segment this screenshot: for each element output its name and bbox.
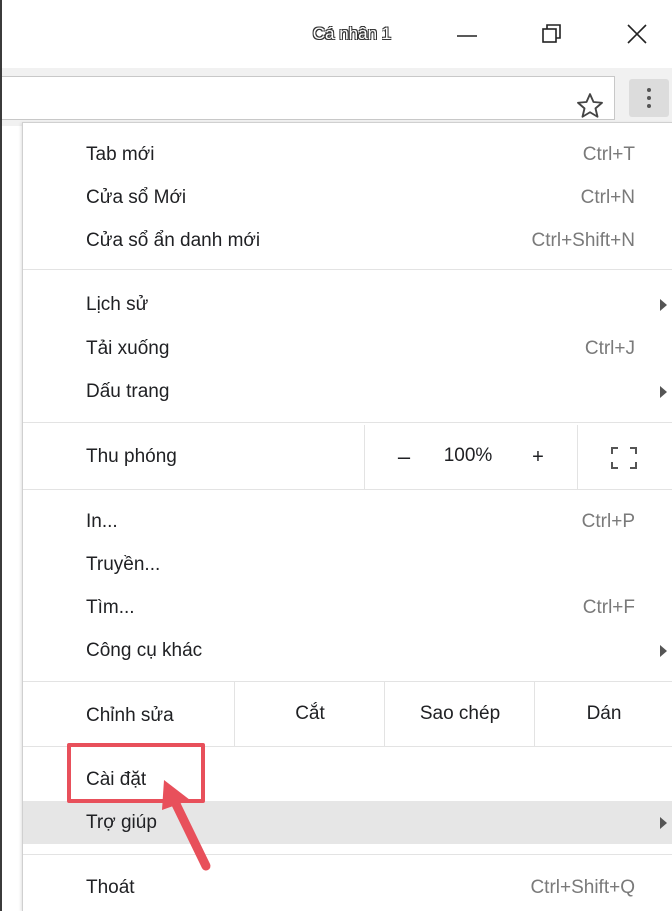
submenu-arrow-icon <box>660 386 667 398</box>
zoom-divider <box>577 425 578 489</box>
menu-item-shortcut: Ctrl+Shift+Q <box>530 877 635 898</box>
menu-item-shortcut: Ctrl+J <box>584 338 635 359</box>
menu-item-label: Tab mới <box>86 144 155 165</box>
fullscreen-icon <box>611 447 637 469</box>
menu-item-label: Tải xuống <box>86 338 170 359</box>
menu-item-more-tools[interactable]: Công cụ khác <box>23 629 672 672</box>
menu-item-label: Cửa sổ ẩn danh mới <box>86 230 261 251</box>
zoom-level: 100% <box>443 445 493 466</box>
menu-item-exit[interactable]: Thoát Ctrl+Shift+Q <box>23 866 672 909</box>
menu-separator <box>23 422 672 423</box>
menu-item-new-tab[interactable]: Tab mới Ctrl+T <box>23 133 672 176</box>
address-bar[interactable] <box>2 76 615 120</box>
star-icon <box>577 93 603 118</box>
menu-item-shortcut: Ctrl+Shift+N <box>531 230 635 251</box>
zoom-label: Thu phóng <box>86 446 177 467</box>
submenu-arrow-icon <box>660 645 667 657</box>
menu-item-bookmarks[interactable]: Dấu trang <box>23 370 672 413</box>
kebab-menu-icon <box>647 96 651 100</box>
menu-item-print[interactable]: In... Ctrl+P <box>23 500 672 543</box>
menu-separator <box>23 489 672 490</box>
kebab-menu-icon <box>647 104 651 108</box>
profile-name[interactable]: Cá nhân 1 <box>302 22 402 46</box>
submenu-arrow-icon <box>660 817 667 829</box>
menu-item-history[interactable]: Lịch sử <box>23 283 672 326</box>
close-icon <box>627 24 647 44</box>
menu-item-new-window[interactable]: Cửa sổ Mới Ctrl+N <box>23 176 672 219</box>
menu-item-shortcut: Ctrl+P <box>581 511 635 532</box>
restore-icon <box>542 24 561 43</box>
annotation-arrow-icon <box>162 780 211 871</box>
copy-button[interactable]: Sao chép <box>385 682 535 746</box>
menu-item-label: Công cụ khác <box>86 640 203 661</box>
menu-item-label: Trợ giúp <box>86 812 157 833</box>
menu-item-label: Thoát <box>86 877 135 898</box>
minimize-icon <box>457 35 477 37</box>
submenu-arrow-icon <box>660 299 667 311</box>
menu-item-shortcut: Ctrl+F <box>582 597 635 618</box>
browser-toolbar <box>2 68 672 126</box>
kebab-menu-icon <box>647 88 651 92</box>
menu-item-label: Cửa sổ Mới <box>86 187 187 208</box>
menu-item-label: Tìm... <box>86 597 135 618</box>
menu-item-shortcut: Ctrl+N <box>580 187 635 208</box>
kebab-menu-button[interactable] <box>629 79 669 117</box>
zoom-in-button[interactable]: + <box>523 425 553 489</box>
menu-item-cast[interactable]: Truyền... <box>23 543 672 586</box>
menu-item-label: Lịch sử <box>86 294 149 315</box>
paste-button[interactable]: Dán <box>535 682 672 746</box>
menu-item-downloads[interactable]: Tải xuống Ctrl+J <box>23 327 672 370</box>
menu-separator <box>23 854 672 855</box>
restore-button[interactable] <box>522 10 582 58</box>
zoom-out-button[interactable]: – <box>389 425 419 489</box>
menu-item-label: Truyền... <box>86 554 161 575</box>
zoom-divider <box>364 425 365 489</box>
menu-item-help[interactable]: Trợ giúp <box>23 801 672 844</box>
cut-button[interactable]: Cắt <box>235 682 385 746</box>
menu-item-new-incognito-window[interactable]: Cửa sổ ẩn danh mới Ctrl+Shift+N <box>23 219 672 262</box>
menu-item-shortcut: Ctrl+T <box>582 144 635 165</box>
menu-item-label: Dấu trang <box>86 381 170 402</box>
close-button[interactable] <box>607 10 667 58</box>
menu-item-find[interactable]: Tìm... Ctrl+F <box>23 586 672 629</box>
menu-edit-row: Chỉnh sửa Cắt Sao chép Dán <box>23 682 672 746</box>
fullscreen-button[interactable] <box>611 447 637 469</box>
menu-item-label: In... <box>86 511 118 532</box>
menu-separator <box>23 269 672 270</box>
page-background <box>2 126 22 911</box>
bookmark-star-button[interactable] <box>575 91 605 121</box>
menu-zoom-row: Thu phóng – 100% + <box>23 425 672 489</box>
minimize-button[interactable] <box>437 10 497 58</box>
title-bar: Cá nhân 1 <box>2 0 672 68</box>
edit-label: Chỉnh sửa <box>86 705 174 726</box>
